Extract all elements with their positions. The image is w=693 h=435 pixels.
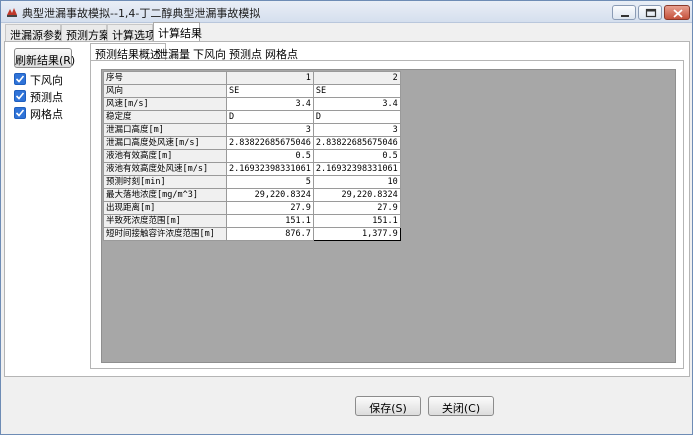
row-label: 泄漏口高度处风速[m/s] [103,136,227,150]
results-grid-area: 序号 1 2 风向 SE SE 风速[m/s] 3.4 3.4 稳定度 D D … [101,69,676,363]
table-row: 液池有效高度处风速[m/s] 2.16932398331061 2.169323… [103,162,401,176]
table-cell[interactable]: 10 [312,175,401,189]
table-row: 风速[m/s] 3.4 3.4 [103,97,401,111]
row-label: 出现距离[m] [103,201,227,215]
table-row: 最大落地浓度[mg/m^3] 29,220.8324 29,220.8324 [103,188,401,202]
row-label: 短时间接触容许浓度范围[m] [103,227,227,241]
table-cell[interactable]: 3.4 [226,97,314,111]
table-cell[interactable]: 0.5 [312,149,401,163]
table-cell[interactable]: 29,220.8324 [226,188,314,202]
table-cell[interactable]: 3 [226,123,314,137]
checkbox-label: 预测点 [30,91,63,104]
window-title: 典型泄漏事故模拟--1,4-丁二醇典型泄漏事故模拟 [22,7,261,20]
tab-source-params[interactable]: 泄漏源参数 [5,24,65,42]
table-cell[interactable]: 3.4 [312,97,401,111]
table-row: 短时间接触容许浓度范围[m] 876.7 1,377.9 [103,227,401,241]
table-cell[interactable]: 29,220.8324 [312,188,401,202]
maximize-icon [645,8,657,18]
title-bar: 典型泄漏事故模拟--1,4-丁二醇典型泄漏事故模拟 [1,1,692,23]
table-cell[interactable]: 876.7 [226,227,314,241]
close-window-button[interactable] [664,5,690,20]
table-cell[interactable]: 2.83822685675046 [226,136,314,150]
close-icon [673,9,683,18]
table-row: 预测时刻[min] 5 10 [103,175,401,189]
table-cell[interactable]: 27.9 [226,201,314,215]
table-cell[interactable]: 5 [226,175,314,189]
table-cell[interactable]: SE [226,84,314,98]
header-cell: 1 [226,71,314,85]
table-header-row: 序号 1 2 [103,71,401,85]
table-row: 泄漏口高度[m] 3 3 [103,123,401,137]
results-table: 序号 1 2 风向 SE SE 风速[m/s] 3.4 3.4 稳定度 D D … [103,71,401,241]
checkbox-checked-icon [14,107,26,119]
row-label: 风速[m/s] [103,97,227,111]
checkbox-label: 网格点 [30,108,63,121]
row-label: 预测时刻[min] [103,175,227,189]
maximize-button[interactable] [638,5,662,20]
save-button[interactable]: 保存(S) [355,396,421,416]
table-cell[interactable]: 2.83822685675046 [312,136,401,150]
close-button[interactable]: 关闭(C) [428,396,494,416]
minimize-button[interactable] [612,5,636,20]
table-row: 风向 SE SE [103,84,401,98]
row-label: 最大落地浓度[mg/m^3] [103,188,227,202]
table-cell[interactable]: 151.1 [226,214,314,228]
table-cell[interactable]: 2.16932398331061 [226,162,314,176]
app-logo-icon [6,6,18,18]
row-label: 液池有效高度[m] [103,149,227,163]
row-label: 风向 [103,84,227,98]
selected-table-cell[interactable]: 1,377.9 [312,227,401,241]
refresh-results-button[interactable]: 刷新结果(R) [14,48,75,68]
tab-calc-results[interactable]: 计算结果 [153,22,202,43]
table-cell[interactable]: 0.5 [226,149,314,163]
table-cell[interactable]: 151.1 [312,214,401,228]
app-window: 典型泄漏事故模拟--1,4-丁二醇典型泄漏事故模拟 泄漏源参数 预测方案 计算选… [0,0,693,435]
table-row: 半致死浓度范围[m] 151.1 151.1 [103,214,401,228]
row-label: 稳定度 [103,110,227,124]
table-cell[interactable]: D [226,110,314,124]
row-label: 半致死浓度范围[m] [103,214,227,228]
minimize-icon [621,15,629,17]
table-row: 稳定度 D D [103,110,401,124]
checkbox-label: 下风向 [30,74,63,87]
table-cell[interactable]: D [312,110,401,124]
tab-calc-options[interactable]: 计算选项 [107,24,156,42]
checkbox-checked-icon [14,73,26,85]
row-label: 液池有效高度处风速[m/s] [103,162,227,176]
subtab-grid-points[interactable]: 网格点 [260,43,303,61]
table-cell[interactable]: 3 [312,123,401,137]
header-cell: 2 [312,71,401,85]
table-row: 液池有效高度[m] 0.5 0.5 [103,149,401,163]
tab-prediction-plan[interactable]: 预测方案 [61,24,110,42]
table-row: 出现距离[m] 27.9 27.9 [103,201,401,215]
table-row: 泄漏口高度处风速[m/s] 2.83822685675046 2.8382268… [103,136,401,150]
row-label: 泄漏口高度[m] [103,123,227,137]
table-cell[interactable]: 2.16932398331061 [312,162,401,176]
checkbox-checked-icon [14,90,26,102]
table-cell[interactable]: 27.9 [312,201,401,215]
header-cell: 序号 [103,71,227,85]
table-cell[interactable]: SE [312,84,401,98]
